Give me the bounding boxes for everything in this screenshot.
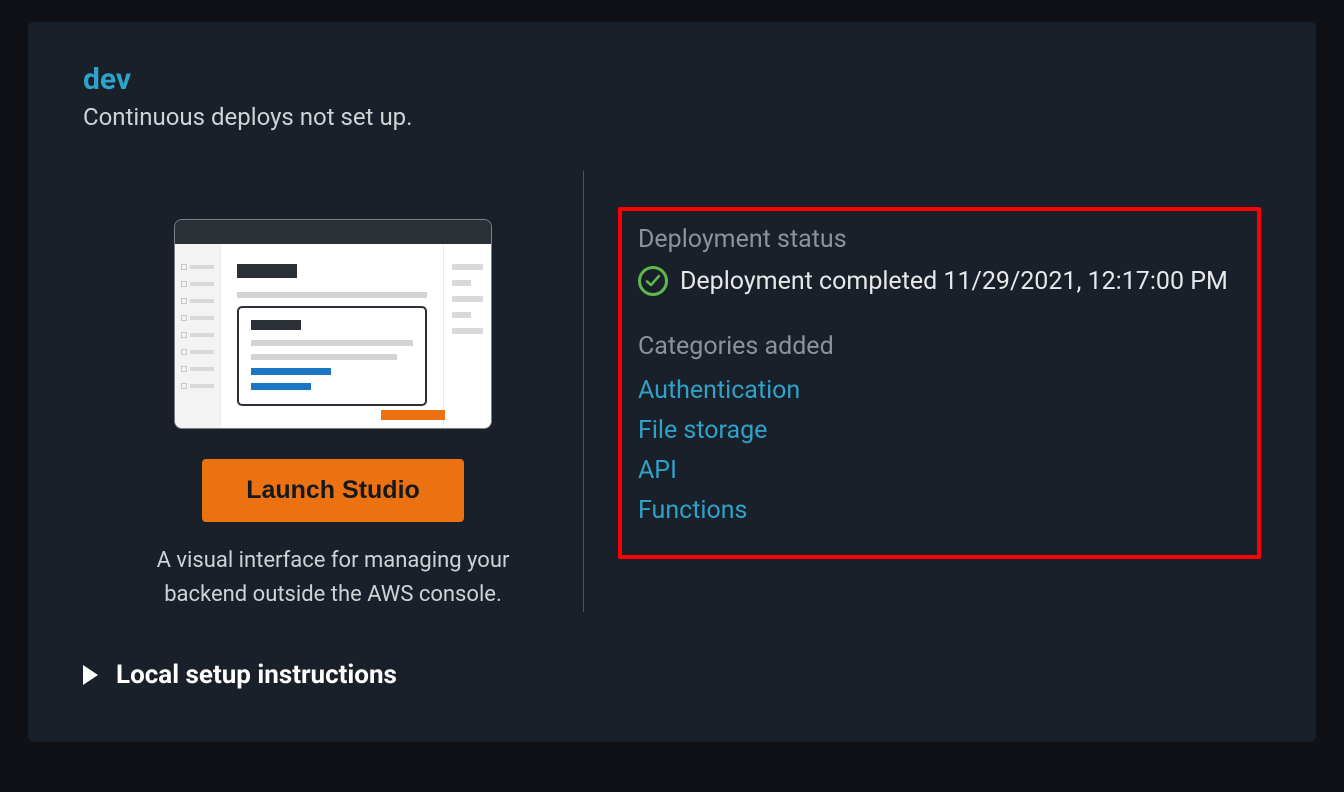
deployment-column: Deployment status Deployment completed 1… — [604, 171, 1261, 612]
studio-description: A visual interface for managing your bac… — [157, 544, 510, 612]
category-link-api[interactable]: API — [638, 451, 1241, 491]
category-link-file-storage[interactable]: File storage — [638, 411, 1241, 451]
studio-column: Launch Studio A visual interface for man… — [83, 171, 583, 612]
category-link-authentication[interactable]: Authentication — [638, 371, 1241, 411]
vertical-divider — [583, 171, 584, 612]
environment-name: dev — [83, 62, 1261, 97]
categories-added-label: Categories added — [638, 332, 1241, 361]
environment-panel: dev Continuous deploys not set up. — [28, 22, 1316, 742]
studio-description-line2: backend outside the AWS console. — [164, 582, 502, 607]
studio-description-line1: A visual interface for managing your — [157, 548, 510, 573]
launch-studio-button[interactable]: Launch Studio — [202, 459, 464, 522]
deployment-highlight-box: Deployment status Deployment completed 1… — [618, 207, 1261, 559]
check-circle-icon — [638, 266, 668, 296]
content-row: Launch Studio A visual interface for man… — [83, 171, 1261, 612]
studio-preview-thumbnail — [174, 219, 492, 429]
deployment-status-row: Deployment completed 11/29/2021, 12:17:0… — [638, 266, 1241, 296]
categories-list: Authentication File storage API Function… — [638, 371, 1241, 531]
deployment-status-text: Deployment completed 11/29/2021, 12:17:0… — [680, 267, 1228, 296]
expand-triangle-icon — [83, 665, 98, 685]
local-setup-toggle[interactable]: Local setup instructions — [83, 660, 1261, 690]
local-setup-label: Local setup instructions — [116, 660, 397, 690]
category-link-functions[interactable]: Functions — [638, 491, 1241, 531]
deploy-subtitle: Continuous deploys not set up. — [83, 103, 1261, 131]
deployment-status-label: Deployment status — [638, 225, 1241, 254]
